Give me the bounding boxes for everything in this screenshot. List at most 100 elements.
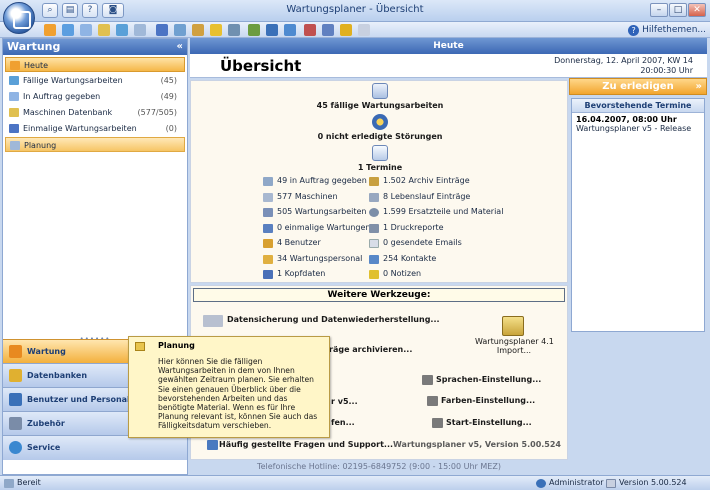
group-service[interactable]: Service — [3, 435, 187, 460]
calendar-icon[interactable] — [62, 24, 74, 36]
database-icon[interactable] — [98, 24, 110, 36]
stat-left-2[interactable]: 505 Wartungsarbeiten — [263, 206, 366, 218]
sidebar-header: Wartung « — [3, 39, 187, 55]
todo-header[interactable]: Zu erledigen » — [569, 78, 707, 95]
minimize-button[interactable]: – — [650, 3, 668, 17]
sidebar-item-heute[interactable]: Heute — [5, 57, 185, 72]
appointments-title: Bevorstehende Termine — [572, 99, 704, 113]
stat-right-4[interactable]: 0 gesendete Emails — [369, 237, 462, 249]
gear-icon — [369, 208, 379, 217]
todo-title: Zu erledigen — [602, 81, 674, 92]
parts-icon[interactable] — [248, 24, 260, 36]
user-icon — [263, 239, 273, 248]
colors-link[interactable]: Farben-Einstellung... — [427, 395, 535, 407]
backup-icon — [203, 315, 223, 327]
group-label: Zubehör — [27, 419, 65, 428]
faults-summary[interactable]: 0 nicht erledigte Störungen — [191, 132, 569, 141]
wrench-icon — [432, 418, 443, 428]
help-topics-link[interactable]: ? Hilfethemen... — [628, 23, 706, 37]
note-icon[interactable] — [192, 24, 204, 36]
sidebar-item-einmalige[interactable]: Einmalige Wartungsarbeiten (0) — [5, 121, 185, 136]
stat-left-6[interactable]: 1 Kopfdaten — [263, 268, 325, 280]
stat-right-5[interactable]: 254 Kontakte — [369, 253, 436, 265]
v5-link[interactable]: r v5... — [331, 396, 358, 408]
stat-left-5[interactable]: 34 Wartungspersonal — [263, 253, 362, 265]
house-icon[interactable] — [210, 24, 222, 36]
sidebar-item-faellige[interactable]: Fällige Wartungsarbeiten (45) — [5, 73, 185, 88]
phone-icon[interactable] — [284, 24, 296, 36]
collapse-button[interactable]: « — [177, 39, 183, 55]
history-icon — [369, 193, 379, 202]
notes-icon — [369, 270, 379, 279]
order-icon[interactable] — [80, 24, 92, 36]
accessories-icon — [9, 417, 22, 430]
version-label: Wartungsplaner v5, Version 5.00.524 — [393, 440, 561, 449]
mail-icon[interactable] — [358, 24, 370, 36]
stat-right-0[interactable]: 1.502 Archiv Einträge — [369, 175, 470, 187]
sidebar-item-planung[interactable]: Planung — [5, 137, 185, 152]
date-line: Donnerstag, 12. April 2007, KW 14 — [554, 56, 693, 65]
fault-icon — [372, 114, 388, 130]
sidebar-item-count: (49) — [160, 92, 177, 101]
group-label: Wartung — [27, 347, 66, 356]
stat-right-3[interactable]: 1 Druckreporte — [369, 222, 444, 234]
app-menu-button[interactable] — [3, 2, 35, 34]
stat-left-0[interactable]: 49 in Auftrag gegeben — [263, 175, 367, 187]
edit-icon[interactable] — [156, 24, 168, 36]
stat-right-6[interactable]: 0 Notizen — [369, 268, 421, 280]
due-icon — [9, 76, 19, 85]
close-button[interactable]: ✕ — [688, 3, 706, 17]
archive-link[interactable]: räge archivieren... — [329, 344, 412, 356]
grid-icon[interactable] — [134, 24, 146, 36]
stat-left-4[interactable]: 4 Benutzer — [263, 237, 321, 249]
title-bar: ⌕ ▤ ? ◙ Wartungsplaner - Übersicht – □ ✕ — [0, 0, 710, 22]
checklist-icon — [372, 83, 388, 99]
appointments-panel: Bevorstehende Termine 16.04.2007, 08:00 … — [571, 98, 705, 332]
banana-icon[interactable] — [340, 24, 352, 36]
list-icon[interactable] — [174, 24, 186, 36]
backup-link[interactable]: Datensicherung und Datenwiederherstellun… — [203, 314, 440, 327]
transport-icon[interactable] — [304, 24, 316, 36]
expand-icon[interactable]: » — [696, 79, 702, 94]
wrench-icon — [9, 345, 22, 358]
summary-panel: 45 fällige Wartungsarbeiten 0 nicht erle… — [190, 80, 568, 283]
maximize-button[interactable]: □ — [669, 3, 687, 17]
import-icon[interactable] — [502, 316, 524, 336]
due-summary[interactable]: 45 fällige Wartungsarbeiten — [191, 101, 569, 110]
import-label-2[interactable]: Import... — [475, 345, 553, 357]
tooltip-body: Hier können Sie die fälligen Wartungsarb… — [158, 357, 318, 431]
sidebar-item-count: (0) — [165, 124, 177, 133]
stat-left-3[interactable]: 0 einmalige Wartungen — [263, 222, 370, 234]
right-pane: Zu erledigen » Bevorstehende Termine 16.… — [569, 78, 707, 475]
sidebar-item-maschinen[interactable]: Maschinen Datenbank (577/505) — [5, 105, 185, 120]
stat-left-1[interactable]: 577 Maschinen — [263, 191, 338, 203]
people-icon — [9, 393, 22, 406]
group-label: Service — [27, 443, 61, 452]
tooltip-title: Planung — [158, 341, 195, 350]
appointment-date[interactable]: 16.04.2007, 08:00 Uhr — [572, 113, 704, 124]
faq-icon — [207, 440, 218, 450]
people-icon[interactable] — [266, 24, 278, 36]
stat-right-1[interactable]: 8 Lebenslauf Einträge — [369, 191, 470, 203]
start-link[interactable]: Start-Einstellung... — [432, 417, 532, 429]
appointments-summary[interactable]: 1 Termine — [191, 163, 569, 172]
sidebar-item-label: In Auftrag gegeben — [23, 92, 101, 101]
today-icon[interactable] — [44, 24, 56, 36]
machine-icon[interactable] — [116, 24, 128, 36]
appointment-desc[interactable]: Wartungsplaner v5 - Release — [572, 124, 704, 133]
faq-link[interactable]: Häufig gestellte Fragen und Support... — [207, 439, 393, 451]
stat-right-2[interactable]: 1.599 Ersatzteile und Material — [369, 206, 503, 218]
onetime-icon — [9, 124, 19, 133]
wrench-icon — [263, 208, 273, 217]
gear-icon[interactable] — [228, 24, 240, 36]
date-display: Donnerstag, 12. April 2007, KW 14 20:00:… — [554, 56, 693, 76]
sidebar-item-count: (45) — [160, 76, 177, 85]
fen-link[interactable]: fen... — [331, 417, 355, 429]
database-icon — [9, 369, 22, 382]
database-icon — [9, 108, 19, 117]
sidebar-item-auftrag[interactable]: In Auftrag gegeben (49) — [5, 89, 185, 104]
sidebar-item-label: Fällige Wartungsarbeiten — [23, 76, 123, 85]
report-icon[interactable] — [322, 24, 334, 36]
language-link[interactable]: Sprachen-Einstellung... — [422, 374, 541, 386]
time-line: 20:00:30 Uhr — [640, 66, 693, 75]
